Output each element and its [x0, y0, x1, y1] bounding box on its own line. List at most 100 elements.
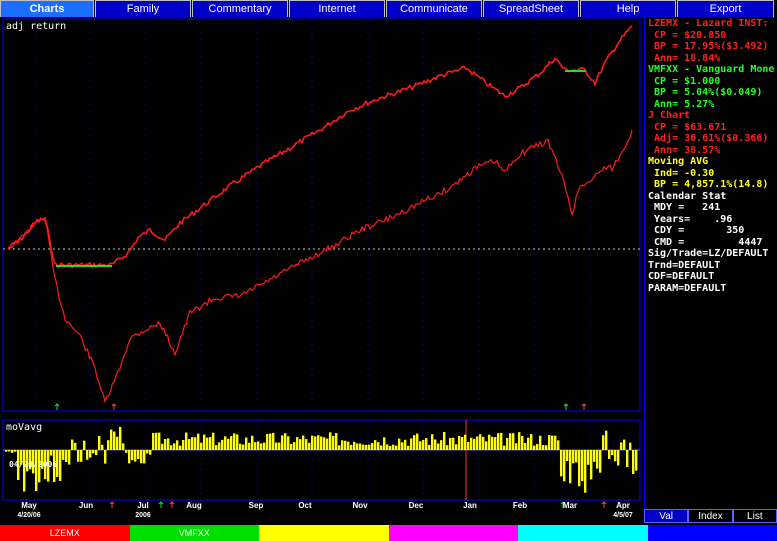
- panel-line: Calendar Stat: [648, 190, 727, 202]
- moving-average-bar: [173, 443, 176, 450]
- moving-average-bar: [461, 436, 464, 450]
- moving-average-bar: [170, 445, 173, 450]
- moving-average-bar: [404, 439, 407, 450]
- moving-average-bar: [287, 436, 290, 450]
- moving-average-bar: [527, 437, 530, 450]
- moving-average-bar: [209, 437, 212, 450]
- panel-line: Adj= 36.61%($0.366): [648, 133, 769, 144]
- moving-average-bar: [518, 432, 521, 450]
- tab-help[interactable]: Help: [580, 0, 676, 17]
- panel-line: CMD = 4447: [648, 236, 763, 248]
- moving-average-bar: [560, 450, 563, 477]
- moving-average-bar: [437, 443, 440, 450]
- moving-average-bar: [569, 450, 572, 484]
- moving-average-bar: [410, 438, 413, 450]
- series-color-segment[interactable]: [518, 525, 648, 541]
- x-axis-month-label: Jul: [137, 501, 149, 510]
- moving-average-bar: [533, 445, 536, 450]
- moving-average-bar: [83, 440, 86, 450]
- panel-line: Ann= 18.84%: [648, 52, 721, 64]
- moving-average-bar: [269, 433, 272, 450]
- tab-export[interactable]: Export: [677, 0, 774, 17]
- moving-average-bar: [116, 436, 119, 450]
- moving-average-bar: [98, 436, 101, 450]
- moving-average-bar: [14, 450, 17, 452]
- panel-line: CDY = 350: [648, 225, 745, 236]
- panel-line: Trnd=DEFAULT: [648, 259, 721, 271]
- tab-communicate[interactable]: Communicate: [386, 0, 482, 17]
- moving-average-bar: [89, 450, 92, 458]
- moving-average-bar: [590, 450, 593, 480]
- series-color-segment[interactable]: LZEMX: [0, 525, 130, 541]
- moving-average-bar: [158, 432, 161, 450]
- moving-average-bar: [584, 450, 587, 493]
- moving-average-bar: [296, 437, 299, 450]
- chart-area[interactable]: adj return moVavg 04/20/2006 May 4/20/06 J…: [0, 18, 643, 523]
- moving-average-bar: [485, 441, 488, 450]
- moving-average-bar: [416, 433, 419, 450]
- moving-average-bar: [365, 444, 368, 450]
- x-axis-month-label: Jan: [463, 501, 477, 510]
- series-color-segment[interactable]: [388, 525, 518, 541]
- x-axis-sub-label: 2006: [135, 512, 151, 519]
- panel-tab-index[interactable]: Index: [688, 509, 733, 523]
- lower-pane-date: 04/20/2006: [9, 460, 57, 469]
- x-axis-month-label: Mar: [563, 501, 577, 510]
- panel-line: BP = 4,857.1%(14.8): [648, 179, 769, 190]
- moving-average-bar: [5, 450, 8, 452]
- series-color-segment[interactable]: VMFXX: [129, 525, 259, 541]
- moving-average-bar: [182, 440, 185, 450]
- moving-average-bar: [575, 450, 578, 463]
- moving-average-bar: [599, 450, 602, 473]
- moving-average-bar: [218, 442, 221, 450]
- moving-average-bar: [551, 435, 554, 450]
- lower-pane-label: moVavg: [6, 422, 42, 433]
- x-axis-month-label: Aug: [186, 501, 202, 510]
- moving-average-bar: [212, 432, 215, 450]
- moving-average-bar: [134, 450, 137, 462]
- panel-line: CP = $1.000: [648, 75, 721, 87]
- series-color-segment[interactable]: [259, 525, 389, 541]
- x-axis-month-label: Apr: [616, 501, 630, 510]
- moving-average-bar: [191, 437, 194, 450]
- tab-charts[interactable]: Charts: [0, 0, 94, 17]
- stats-panel: LZEMX - Lazard INST: CP = $20.850 BP = 1…: [644, 18, 777, 523]
- moving-average-bar: [350, 444, 353, 450]
- moving-average-bar: [557, 440, 560, 450]
- tab-internet[interactable]: Internet: [289, 0, 385, 17]
- tab-family[interactable]: Family: [95, 0, 191, 17]
- moving-average-bar: [500, 432, 503, 450]
- panel-line: Ann= 38.57%: [648, 144, 721, 156]
- tab-spreadsheet[interactable]: SpreadSheet: [483, 0, 579, 17]
- moving-average-bar: [470, 437, 473, 450]
- moving-average-bar: [128, 450, 131, 464]
- moving-average-bar: [617, 450, 620, 466]
- panel-tab-list[interactable]: List: [732, 509, 777, 523]
- moving-average-bar: [446, 445, 449, 450]
- moving-average-bar: [140, 450, 143, 464]
- moving-average-bar: [395, 445, 398, 450]
- moving-average-bar: [362, 444, 365, 450]
- moving-average-bar: [278, 442, 281, 450]
- moving-average-bar: [341, 440, 344, 450]
- moving-average-bar: [161, 443, 164, 450]
- moving-average-bar: [260, 443, 263, 450]
- moving-average-bar: [536, 443, 539, 450]
- panel-line: Sig/Trade=LZ/DEFAULT: [648, 248, 769, 259]
- moving-average-bar: [389, 445, 392, 450]
- moving-average-bar: [581, 450, 584, 482]
- tab-commentary[interactable]: Commentary: [192, 0, 288, 17]
- moving-average-bar: [221, 439, 224, 450]
- moving-average-bar: [200, 442, 203, 450]
- moving-average-bar: [383, 437, 386, 450]
- moving-average-bar: [605, 430, 608, 450]
- x-axis-sub-label: 4/5/07: [613, 512, 633, 519]
- moving-average-bar: [329, 432, 332, 450]
- moving-average-bar: [506, 438, 509, 450]
- moving-average-bar: [635, 450, 638, 471]
- moving-average-bar: [314, 436, 317, 450]
- panel-tab-val[interactable]: Val: [644, 509, 689, 523]
- panel-line: CP = $63.671: [648, 121, 727, 133]
- moving-average-bar: [59, 450, 62, 481]
- series-color-segment[interactable]: [647, 525, 777, 541]
